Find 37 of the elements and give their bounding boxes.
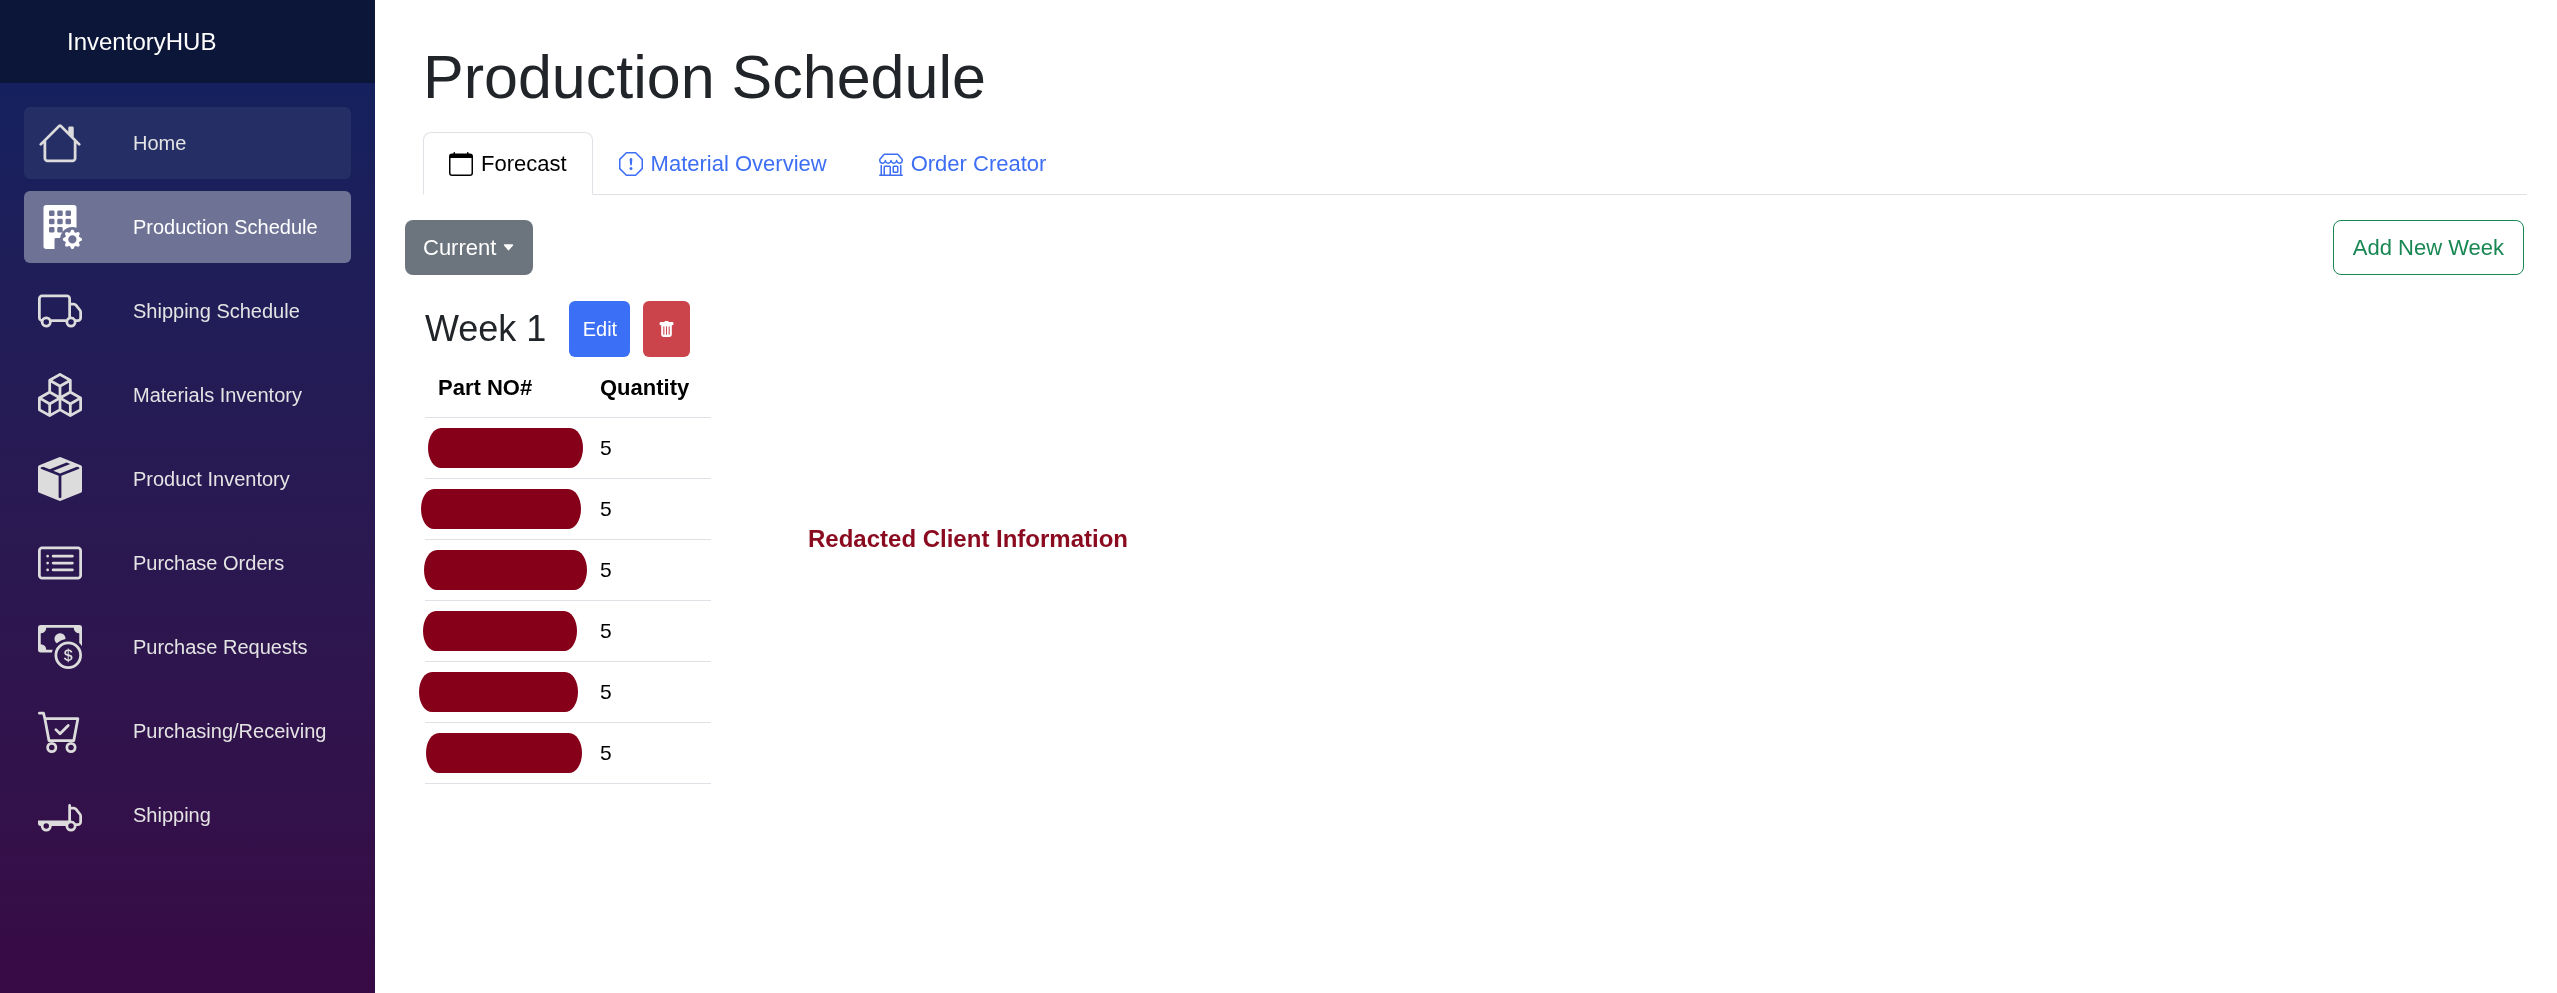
week-title: Week 1 <box>425 311 547 348</box>
cart-check-icon <box>38 709 82 753</box>
sidebar-item[interactable]: Purchase Requests <box>24 611 351 683</box>
column-header: Part NO# <box>437 373 533 402</box>
box-icon <box>38 457 82 501</box>
sidebar-item[interactable]: Materials Inventory <box>24 359 351 431</box>
table-cell-text: 5 <box>599 618 612 645</box>
table-cell-text: 5 <box>599 679 612 706</box>
sidebar-item[interactable]: Shipping Schedule <box>24 275 351 347</box>
cash-coin-icon <box>38 625 82 669</box>
week-filter-dropdown[interactable]: Current <box>405 220 534 276</box>
house-icon <box>38 121 82 165</box>
tab[interactable]: Material Overview <box>592 132 853 196</box>
brand-name[interactable]: InventoryHUB <box>67 23 217 60</box>
exclamation-octagon-icon <box>618 151 643 176</box>
table-cell-text: 5 <box>599 557 612 584</box>
table-cell-text: 5 <box>599 740 612 767</box>
delete-button[interactable] <box>643 301 691 358</box>
trash-icon <box>658 320 676 338</box>
add-week-button[interactable]: Add New Week <box>2332 220 2524 276</box>
edit-button[interactable]: Edit <box>569 301 631 358</box>
sidebar-item[interactable]: Purchase Orders <box>24 527 351 599</box>
sidebar-item[interactable]: Purchasing/Receiving <box>24 695 351 767</box>
sidebar-item[interactable]: Shipping <box>24 779 351 851</box>
page-title: Production Schedule <box>423 42 986 113</box>
shop-icon <box>878 151 903 176</box>
redaction-note: Redacted Client Information <box>808 524 1129 555</box>
tab[interactable]: Order Creator <box>852 132 1073 196</box>
sidebar-item[interactable]: Production Schedule <box>24 191 351 263</box>
column-header: Quantity <box>599 373 690 402</box>
sidebar-item[interactable]: Product Inventory <box>24 443 351 515</box>
table-cell-text: 5 <box>599 435 612 462</box>
sidebar-item[interactable]: Home <box>24 107 351 179</box>
boxes-icon <box>38 373 82 417</box>
table-cell-text: 5 <box>599 496 612 523</box>
calendar-icon <box>449 151 473 176</box>
tab[interactable]: Forecast <box>423 132 593 196</box>
